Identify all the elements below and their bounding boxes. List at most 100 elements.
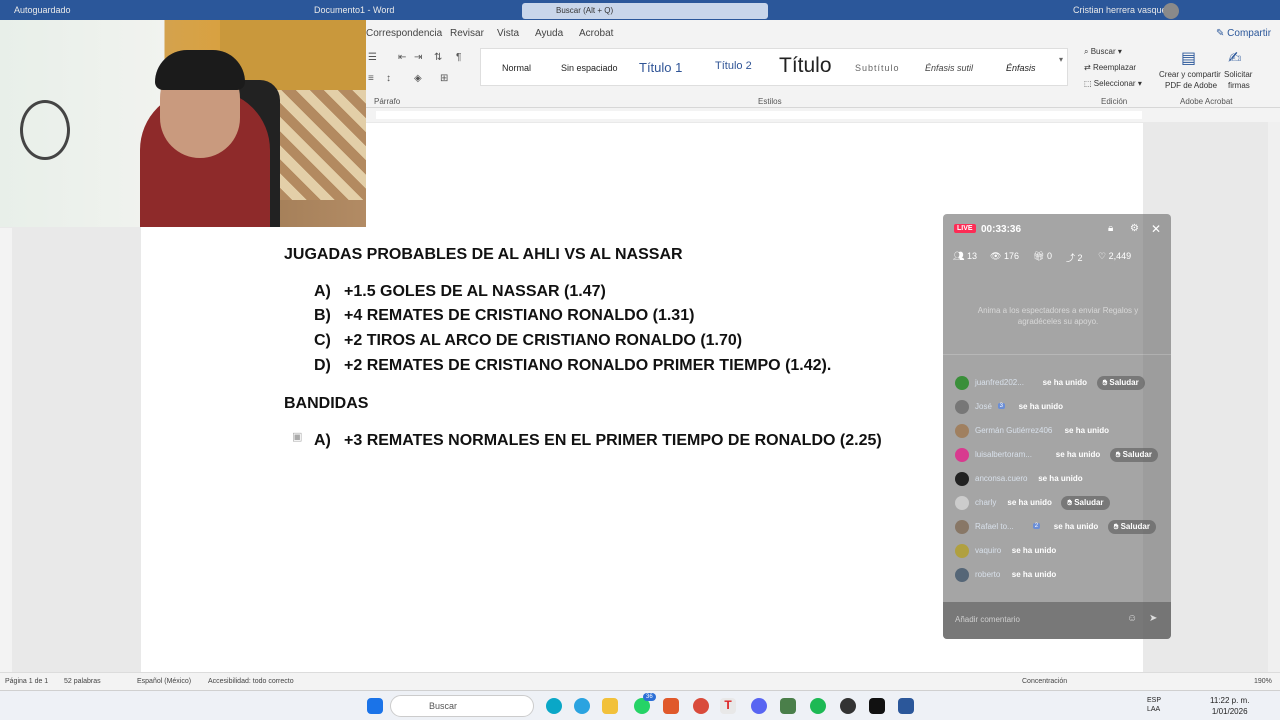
styles-more-icon[interactable]: ▾ <box>1059 55 1063 64</box>
page-count[interactable]: Página 1 de 1 <box>5 678 48 685</box>
greet-button[interactable]: ✋︎ Saludar <box>1061 496 1110 510</box>
increase-indent-icon[interactable]: ⇥ <box>414 52 422 63</box>
avatar[interactable] <box>955 400 969 414</box>
chat-username[interactable]: luisalbertoram... <box>975 450 1032 459</box>
chat-row: luisalbertoram... se ha unido ✋︎ Saludar <box>953 447 1163 463</box>
telegram-icon[interactable] <box>574 698 590 714</box>
styles-gallery: Normal Sin espaciado Título 1 Título 2 T… <box>480 48 1068 86</box>
joined-text: se ha unido <box>1018 402 1064 411</box>
calculator-icon[interactable] <box>780 698 796 714</box>
avatar[interactable] <box>1163 3 1179 19</box>
keyboard-language[interactable]: ESP LAA <box>1147 696 1161 714</box>
heart-icon: ♡ <box>1098 251 1107 261</box>
webcam-overlay <box>0 20 366 227</box>
start-icon[interactable] <box>367 698 383 714</box>
chat-username[interactable]: roberto <box>975 570 1000 579</box>
joined-text: se ha unido <box>1055 450 1101 459</box>
tab-vista[interactable]: Vista <box>497 28 519 39</box>
style-sin-espaciado[interactable]: Sin espaciado <box>561 63 618 73</box>
request-sign-button[interactable]: Solicitar <box>1224 70 1252 79</box>
lock-icon[interactable]: 🔒︎ <box>1108 223 1113 234</box>
chrome-icon[interactable] <box>693 698 709 714</box>
vertical-scrollbar[interactable] <box>1268 122 1280 672</box>
chat-username[interactable]: charly <box>975 498 996 507</box>
zoom-level[interactable]: 190% <box>1254 678 1272 685</box>
tab-acrobat[interactable]: Acrobat <box>579 28 613 39</box>
style-subtitulo[interactable]: Subtítulo <box>855 63 900 73</box>
align-icon[interactable]: ≡ <box>368 73 374 84</box>
greet-button[interactable]: ✋︎ Saludar <box>1107 520 1156 534</box>
spotify-icon[interactable] <box>810 698 826 714</box>
heading-jugadas: JUGADAS PROBABLES DE AL AHLI VS AL NASSA… <box>284 246 683 263</box>
search-input[interactable]: Buscar (Alt + Q) <box>522 3 768 19</box>
comment-input[interactable]: Añadir comentario ☺ ➤ <box>943 602 1171 639</box>
line-spacing-icon[interactable]: ↕ <box>386 73 391 84</box>
close-icon[interactable]: ✕ <box>1151 222 1161 236</box>
accessibility-status[interactable]: Accesibilidad: todo correcto <box>208 678 294 685</box>
share-button[interactable]: ✎ Compartir <box>1216 28 1271 39</box>
avatar[interactable] <box>955 496 969 510</box>
bullets-icon[interactable]: ☰ <box>368 52 377 63</box>
avatar[interactable] <box>955 520 969 534</box>
sort-icon[interactable]: ⇅ <box>434 52 442 63</box>
find-button[interactable]: ⌕ Buscar ▾ <box>1084 47 1122 57</box>
avatar[interactable] <box>955 376 969 390</box>
shading-icon[interactable]: ◈ <box>414 73 422 84</box>
chat-row: José 3 se ha unido <box>953 399 1163 415</box>
chat-username[interactable]: Germán Gutiérrez406 <box>975 426 1052 435</box>
send-icon[interactable]: ➤ <box>1149 613 1157 624</box>
horizontal-ruler[interactable] <box>366 108 1280 122</box>
chat-username[interactable]: anconsa.cuero <box>975 474 1027 483</box>
word-count[interactable]: 52 palabras <box>64 678 101 685</box>
style-enfasis[interactable]: Énfasis <box>1006 63 1036 73</box>
style-normal[interactable]: Normal <box>502 63 531 73</box>
tab-ayuda[interactable]: Ayuda <box>535 28 563 39</box>
taskbar: Buscar 36 T ESP LAA 11:22 p. m. 1/01/2026 <box>0 690 1280 720</box>
chat-row: juanfred202... se ha unido ✋︎ Saludar <box>953 375 1163 391</box>
greet-button[interactable]: ✋︎ Saludar <box>1096 376 1145 390</box>
tab-correspondencia[interactable]: Correspondencia <box>366 28 442 39</box>
decrease-indent-icon[interactable]: ⇤ <box>398 52 406 63</box>
chat-username[interactable]: Rafael to... <box>975 522 1014 531</box>
avatar[interactable] <box>955 568 969 582</box>
discord-icon[interactable] <box>751 698 767 714</box>
chat-username[interactable]: vaquiro <box>975 546 1001 555</box>
document-title: Documento1 - Word <box>314 5 395 15</box>
chat-username[interactable]: juanfred202... <box>975 378 1024 387</box>
language-status[interactable]: Español (México) <box>137 678 191 685</box>
user-name[interactable]: Cristian herrera vasquez <box>1073 5 1171 15</box>
tab-revisar[interactable]: Revisar <box>450 28 484 39</box>
avatar[interactable] <box>955 544 969 558</box>
chat-username[interactable]: José <box>975 402 992 411</box>
select-button[interactable]: ⬚ Seleccionar ▾ <box>1084 79 1142 88</box>
word-icon[interactable] <box>898 698 914 714</box>
paragraph-mark-icon[interactable]: ¶ <box>456 52 461 63</box>
style-titulo-2[interactable]: Título 2 <box>715 60 752 72</box>
title-bar: Autoguardado Documento1 - Word Buscar (A… <box>0 0 1280 20</box>
settings-icon[interactable]: ⚙ <box>1130 223 1139 234</box>
style-titulo[interactable]: Título <box>779 54 832 78</box>
members-stat: 👥︎ 13 <box>953 251 977 261</box>
replace-button[interactable]: ⇄ Reemplazar <box>1084 63 1136 72</box>
focus-button[interactable]: Concentración <box>1022 678 1067 685</box>
avatar[interactable] <box>955 448 969 462</box>
style-titulo-1[interactable]: Título 1 <box>639 60 682 75</box>
gift-hint: Anima a los espectadores a enviar Regalo… <box>977 306 1139 326</box>
borders-icon[interactable]: ⊞ <box>440 73 448 84</box>
layout-options-icon[interactable]: ▣ <box>292 430 302 443</box>
avatar[interactable] <box>955 472 969 486</box>
avatar[interactable] <box>955 424 969 438</box>
level-badge: 3 <box>997 403 1005 409</box>
obs-icon[interactable] <box>840 698 856 714</box>
clock[interactable]: 11:22 p. m. 1/01/2026 <box>1210 695 1249 717</box>
style-enfasis-sutil[interactable]: Énfasis sutil <box>925 63 973 73</box>
edge-icon[interactable] <box>546 698 562 714</box>
brave-icon[interactable] <box>663 698 679 714</box>
create-pdf-button[interactable]: Crear y compartir <box>1159 70 1221 79</box>
taskbar-search[interactable]: Buscar <box>390 695 534 717</box>
tiktok-icon[interactable] <box>869 698 885 714</box>
greet-button[interactable]: ✋︎ Saludar <box>1109 448 1158 462</box>
t-app-icon[interactable]: T <box>720 698 736 714</box>
emoji-icon[interactable]: ☺ <box>1127 613 1137 624</box>
folder-icon[interactable] <box>602 698 618 714</box>
